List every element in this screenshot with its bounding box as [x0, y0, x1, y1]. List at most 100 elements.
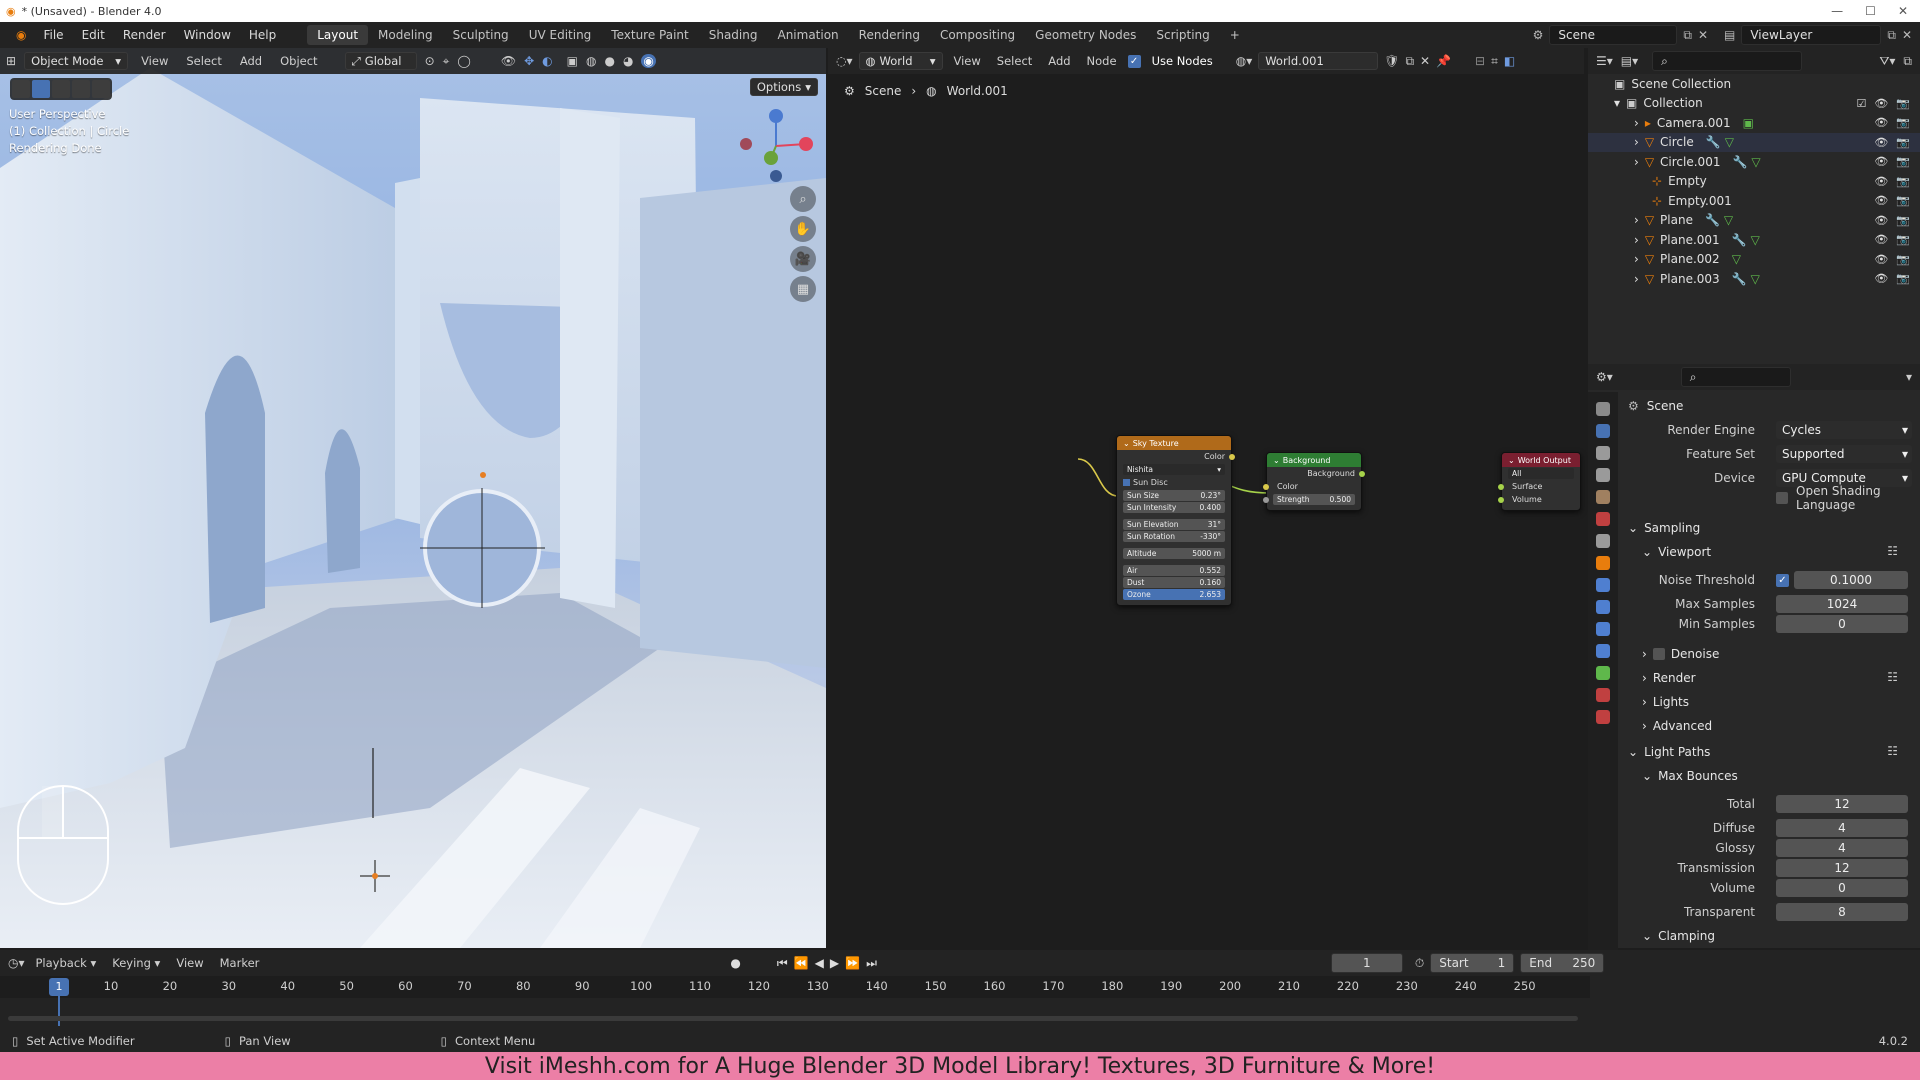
tool-tab-icon[interactable]: [1596, 402, 1610, 416]
noise-threshold-checkbox[interactable]: ✓: [1776, 573, 1789, 587]
blender-menu-icon[interactable]: ◉: [8, 28, 34, 42]
scene-selector[interactable]: Scene: [1549, 25, 1678, 45]
mesh-data-icon[interactable]: ▽: [1725, 135, 1734, 149]
select-box-icon[interactable]: [32, 80, 50, 98]
camera-render-icon[interactable]: 📷: [1896, 136, 1910, 149]
expand-chevron-icon[interactable]: ›: [1634, 155, 1639, 169]
navigation-gizmo[interactable]: [736, 106, 816, 186]
playhead[interactable]: 1: [49, 978, 69, 996]
bounces-transmission-field[interactable]: 12: [1776, 859, 1908, 877]
new-scene-icon[interactable]: ⧉: [1683, 28, 1692, 43]
background-node[interactable]: ⌄ Background Background Color Strength 0.5…: [1263, 452, 1365, 511]
background-color-socket[interactable]: [1263, 483, 1269, 490]
expand-chevron-icon[interactable]: ›: [1634, 135, 1639, 149]
modifier-tab-icon[interactable]: [1596, 578, 1610, 592]
presets-list-icon[interactable]: ☷: [1887, 670, 1898, 684]
workspace-tab-geometry-nodes[interactable]: Geometry Nodes: [1025, 25, 1146, 45]
physics-tab-icon[interactable]: [1596, 622, 1610, 636]
preview-range-icon[interactable]: ⏱: [1415, 956, 1424, 971]
air-field[interactable]: Air 0.552: [1123, 565, 1225, 576]
solid-shading-icon[interactable]: ●: [604, 54, 614, 68]
expand-chevron-icon[interactable]: ›: [1634, 252, 1639, 266]
record-icon[interactable]: ●: [730, 956, 740, 970]
delete-view-layer-icon[interactable]: ✕: [1902, 28, 1912, 42]
properties-options-icon[interactable]: ▾: [1906, 370, 1920, 384]
viewport-menu-view[interactable]: View: [136, 54, 173, 68]
collection-tab-icon[interactable]: [1596, 534, 1610, 548]
viewport-menu-object[interactable]: Object: [275, 54, 322, 68]
expand-chevron-icon[interactable]: ›: [1634, 213, 1639, 227]
menu-window[interactable]: Window: [175, 28, 240, 42]
outliner-item-circle-001[interactable]: › ▽ Circle.001 🔧 ▽ 👁 📷: [1588, 152, 1920, 172]
perspective-toggle-icon[interactable]: ▦: [790, 276, 816, 302]
expand-chevron-icon[interactable]: ▾: [1614, 96, 1620, 110]
scene-icon[interactable]: ⚙: [1533, 28, 1544, 42]
expand-chevron-icon[interactable]: ›: [1634, 233, 1639, 247]
sky-color-socket[interactable]: [1229, 453, 1235, 460]
jump-end-icon[interactable]: ⏭: [866, 956, 877, 971]
data-tab-icon[interactable]: [1596, 666, 1610, 680]
timeline-scrollbar[interactable]: [8, 1016, 1578, 1021]
eye-icon[interactable]: 👁: [1874, 253, 1888, 266]
workspace-tab-scripting[interactable]: Scripting: [1146, 25, 1219, 45]
advanced-subpanel-header[interactable]: › Advanced: [1642, 716, 1712, 736]
workspace-tab-uv-editing[interactable]: UV Editing: [519, 25, 602, 45]
background-node-header[interactable]: ⌄ Background: [1267, 453, 1361, 467]
altitude-field[interactable]: Altitude 5000 m: [1123, 548, 1225, 559]
outliner-item-empty-001[interactable]: ⊹ Empty.001 👁 📷: [1588, 191, 1920, 211]
new-collection-icon[interactable]: ⧉: [1903, 54, 1920, 69]
camera-render-icon[interactable]: 📷: [1896, 214, 1910, 227]
proportional-edit-icon[interactable]: ◯: [457, 54, 470, 68]
select-extend-icon[interactable]: [52, 80, 70, 98]
properties-editor-icon[interactable]: ⚙▾: [1596, 370, 1613, 384]
next-keyframe-icon[interactable]: ⏩: [845, 956, 860, 970]
workspace-tab-rendering[interactable]: Rendering: [849, 25, 930, 45]
workspace-tab-compositing[interactable]: Compositing: [930, 25, 1025, 45]
display-mode-icon[interactable]: ▤▾: [1621, 54, 1638, 68]
outliner-item-plane-002[interactable]: › ▽ Plane.002 ▽ 👁 📷: [1588, 250, 1920, 270]
mesh-data-icon[interactable]: ▽: [1724, 213, 1733, 227]
output-target-dropdown[interactable]: All: [1508, 468, 1574, 479]
new-view-layer-icon[interactable]: ⧉: [1887, 28, 1896, 43]
bounces-total-field[interactable]: 12: [1776, 795, 1908, 813]
options-dropdown[interactable]: Options ▾: [749, 78, 818, 96]
material-tab-icon[interactable]: [1596, 688, 1610, 702]
snap-icon[interactable]: ⌖: [443, 54, 450, 69]
modifier-wrench-icon[interactable]: 🔧: [1732, 272, 1747, 286]
strength-socket[interactable]: [1263, 496, 1269, 503]
timeline-view-menu[interactable]: View: [171, 956, 208, 970]
world-output-node-header[interactable]: ⌄ World Output: [1502, 453, 1580, 467]
camera-view-icon[interactable]: 🎥: [790, 246, 816, 272]
camera-data-icon[interactable]: ▣: [1743, 116, 1754, 130]
sun-elevation-field[interactable]: Sun Elevation 31°: [1123, 519, 1225, 530]
sky-type-dropdown[interactable]: Nishita ▾: [1123, 464, 1225, 475]
view-layer-selector[interactable]: ViewLayer: [1741, 25, 1882, 45]
presets-list-icon[interactable]: ☷: [1887, 544, 1898, 558]
sun-rotation-field[interactable]: Sun Rotation -330°: [1123, 531, 1225, 542]
properties-editor[interactable]: ⚙▾ ⌕ ▾ ⚙ Scene Render Engine Cycles ▾ Featu…: [1588, 364, 1920, 952]
osl-row[interactable]: Open Shading Language: [1618, 484, 1920, 512]
minimize-icon[interactable]: —: [1831, 4, 1843, 18]
mesh-data-icon[interactable]: ▽: [1751, 233, 1760, 247]
menu-edit[interactable]: Edit: [73, 28, 114, 42]
lights-subpanel-header[interactable]: › Lights: [1642, 692, 1689, 712]
3d-viewport[interactable]: ⊞ Object Mode ▾ View Select Add Object ⤢ G…: [0, 48, 826, 948]
expand-chevron-icon[interactable]: ›: [1634, 116, 1639, 130]
object-tab-icon[interactable]: [1596, 556, 1610, 570]
ozone-field[interactable]: Ozone 2.653: [1123, 589, 1225, 600]
bounces-volume-field[interactable]: 0: [1776, 879, 1908, 897]
world-output-node[interactable]: ⌄ World Output All Surface Volume: [1498, 452, 1581, 511]
workspace-tab-animation[interactable]: Animation: [767, 25, 848, 45]
bounces-transparent-field[interactable]: 8: [1776, 903, 1908, 921]
outliner-item-empty[interactable]: ⊹ Empty 👁 📷: [1588, 172, 1920, 192]
collapse-chevron-icon[interactable]: ⌄: [1508, 456, 1515, 465]
bounces-glossy-field[interactable]: 4: [1776, 839, 1908, 857]
modifier-wrench-icon[interactable]: 🔧: [1705, 213, 1720, 227]
camera-render-icon[interactable]: 📷: [1896, 116, 1910, 129]
exclude-checkbox-icon[interactable]: ☑: [1856, 97, 1866, 110]
promo-banner[interactable]: Visit iMeshh.com for A Huge Blender 3D M…: [0, 1052, 1920, 1080]
strength-field[interactable]: Strength 0.500: [1263, 494, 1355, 505]
mesh-data-icon[interactable]: ▽: [1751, 155, 1760, 169]
overlay-toggle-icon[interactable]: ◐: [542, 54, 552, 68]
xray-toggle-icon[interactable]: ▣: [567, 54, 578, 68]
